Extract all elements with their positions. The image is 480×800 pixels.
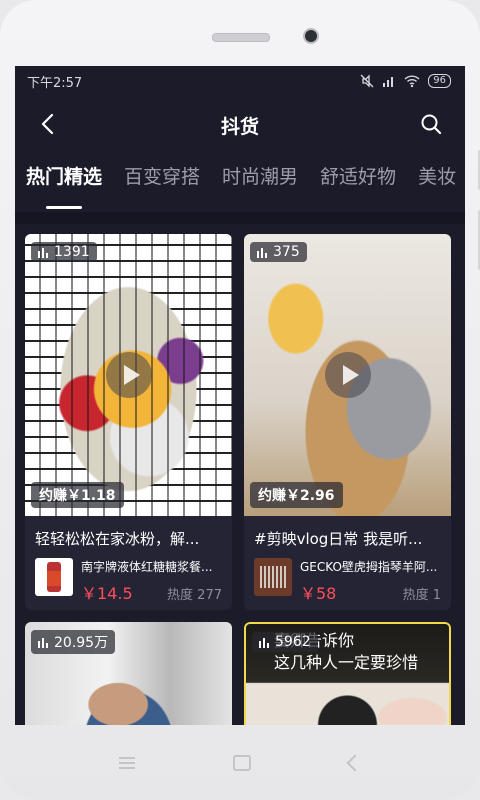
bar-chart-icon [38,637,48,648]
product-image[interactable] [35,558,73,596]
views-badge: 5962 [252,632,318,652]
tab-hot-picks[interactable]: 热门精选 [26,154,102,209]
product-row[interactable]: GECKO壁虎拇指琴羊阿... ￥58 热度 1 [244,558,451,610]
video-card[interactable]: 1391 约赚￥1.18 轻轻松松在家冰粉，解... 南字牌液体红糖糖浆餐...… [25,234,232,610]
app-screen: 下午2:57 96 抖货 热门精选 百变穿搭 时尚潮男 舒适好物 美妆 1391… [15,66,465,725]
product-price: ￥58 [300,584,337,603]
tab-divider [15,212,465,224]
video-thumbnail[interactable]: 妻卿告诉你 这几种人一定要珍惜 5962 [244,622,451,725]
tab-comfort-goods[interactable]: 舒适好物 [320,154,396,189]
status-time: 下午2:57 [27,75,83,91]
product-row[interactable]: 南字牌液体红糖糖浆餐... ￥14.5 热度 277 [25,558,232,610]
category-tabs: 热门精选 百变穿搭 时尚潮男 舒适好物 美妆 [15,154,465,212]
video-card[interactable]: 妻卿告诉你 这几种人一定要珍惜 5962 [244,622,451,725]
video-card[interactable]: 20.95万 [25,622,232,725]
front-camera [303,28,319,44]
video-thumbnail[interactable]: 20.95万 [25,622,232,725]
tab-outfits[interactable]: 百变穿搭 [124,154,200,189]
product-info: GECKO壁虎拇指琴羊阿... ￥58 热度 1 [300,558,441,604]
play-icon[interactable] [105,352,152,398]
earn-badge: 约赚￥2.96 [250,482,343,508]
signal-icon [383,77,394,87]
bar-chart-icon [257,247,267,258]
view-count: 1391 [54,244,90,260]
product-name: GECKO壁虎拇指琴羊阿... [300,560,438,574]
view-count: 20.95万 [54,635,109,651]
wifi-icon [404,75,420,88]
video-title[interactable]: #剪映vlog日常 我是听... [244,516,451,558]
product-name: 南字牌液体红糖糖浆餐... [81,560,213,574]
home-icon[interactable] [233,754,251,771]
phone-frame: 下午2:57 96 抖货 热门精选 百变穿搭 时尚潮男 舒适好物 美妆 1391… [0,0,480,800]
back-arrow-icon[interactable] [37,112,61,136]
video-card[interactable]: 375 约赚￥2.96 #剪映vlog日常 我是听... GECKO壁虎拇指琴羊… [244,234,451,610]
product-image[interactable] [254,558,292,596]
video-thumbnail[interactable]: 375 约赚￥2.96 [244,234,451,516]
product-price: ￥14.5 [81,584,133,603]
battery-indicator: 96 [428,74,451,88]
speaker-grille [212,33,270,42]
bar-chart-icon [38,247,48,258]
search-icon[interactable] [419,112,443,136]
silent-icon [360,74,374,88]
tab-mens-fashion[interactable]: 时尚潮男 [222,154,298,189]
tab-beauty[interactable]: 美妆 [418,154,456,189]
heat-count: 热度 277 [167,588,222,603]
video-thumbnail[interactable]: 1391 约赚￥1.18 [25,234,232,516]
system-nav-bar [0,725,480,800]
product-info: 南字牌液体红糖糖浆餐... ￥14.5 热度 277 [81,558,222,604]
bar-chart-icon [259,637,269,648]
earn-badge: 约赚￥1.18 [31,482,124,508]
header: 抖货 [15,96,465,154]
back-icon[interactable] [346,754,364,771]
play-icon[interactable] [324,352,371,398]
product-meta: ￥14.5 热度 277 [81,580,222,604]
video-title[interactable]: 轻轻松松在家冰粉，解... [25,516,232,558]
status-bar: 下午2:57 96 [15,66,465,96]
views-badge: 1391 [31,242,97,262]
views-badge: 20.95万 [31,630,116,654]
menu-icon[interactable] [119,756,135,769]
view-count: 5962 [275,634,311,650]
product-meta: ￥58 热度 1 [300,580,441,604]
views-badge: 375 [250,242,307,262]
page-title: 抖货 [220,115,259,138]
video-grid: 1391 约赚￥1.18 轻轻松松在家冰粉，解... 南字牌液体红糖糖浆餐...… [15,224,465,725]
status-icons: 96 [360,74,451,88]
view-count: 375 [273,244,300,260]
heat-count: 热度 1 [402,588,441,603]
